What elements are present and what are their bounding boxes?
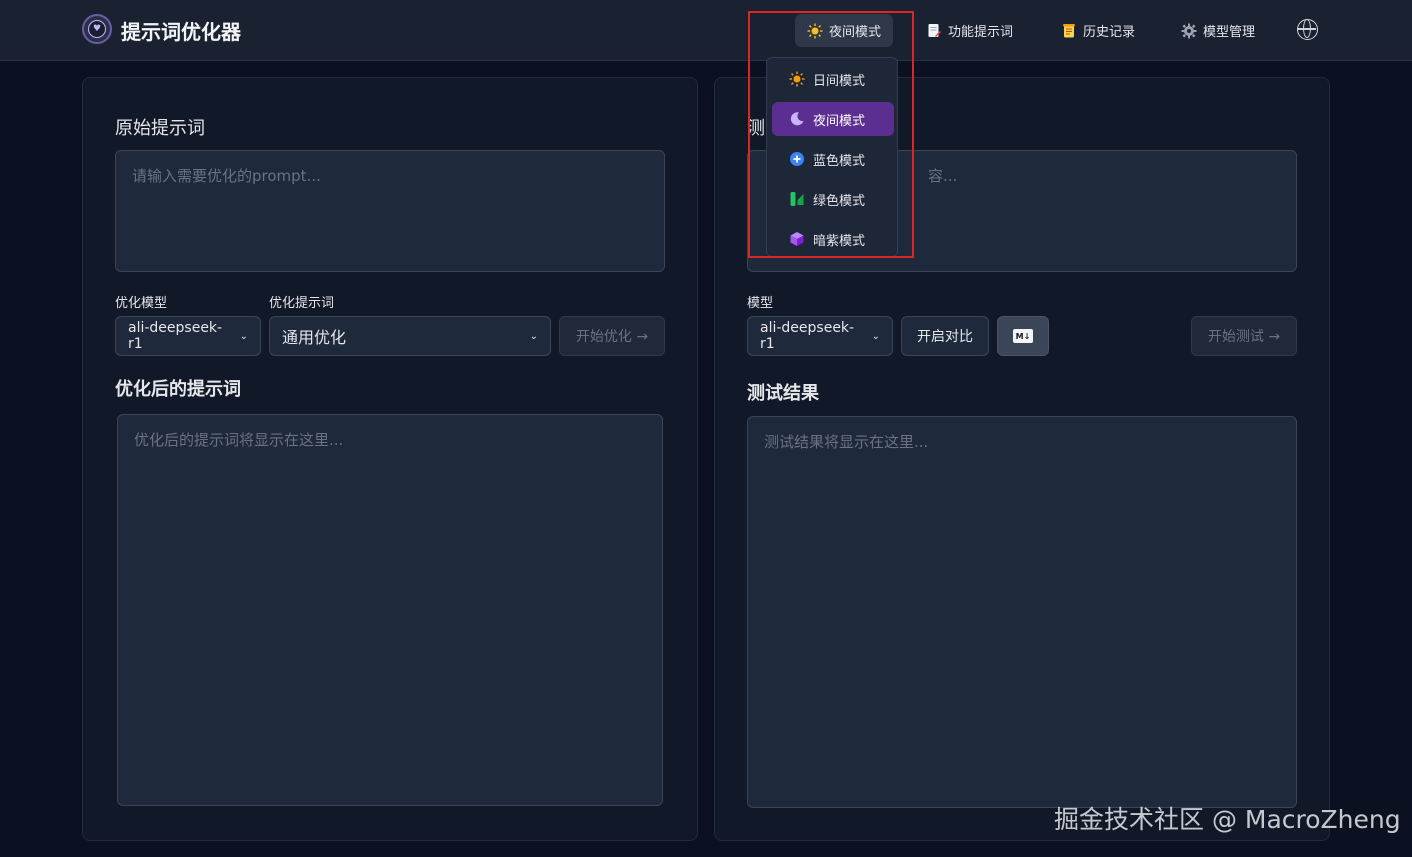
purple-cube-icon [789,231,805,247]
theme-option-label: 夜间模式 [813,113,866,129]
test-content-placeholder: 容... [928,167,958,185]
markdown-toggle-button[interactable]: M↓ [997,316,1049,356]
optimize-prompt-label: 优化提示词 [269,296,335,311]
test-result-output[interactable]: 测试结果将显示在这里... [747,416,1297,808]
blue-circle-plus-icon [789,151,805,167]
test-model-select[interactable]: ali-deepseek-r1 ⌄ [747,316,893,356]
test-content-title: 测 [747,118,765,139]
optimize-prompt-select[interactable]: 通用优化 ⌄ [269,316,551,356]
green-chart-icon [789,191,805,207]
history-label: 历史记录 [1083,25,1136,40]
features-label: 功能提示词 [948,25,1014,40]
optimized-prompt-title: 优化后的提示词 [115,379,241,400]
app-title: 提示词优化器 [121,20,241,44]
theme-option-purple[interactable]: 暗紫模式 [772,222,894,256]
scroll-icon [1061,23,1077,39]
sun-icon [807,23,823,39]
theme-option-day[interactable]: 日间模式 [772,62,894,96]
test-result-title: 测试结果 [747,383,819,404]
models-label: 模型管理 [1203,25,1256,40]
optimize-model-value: ali-deepseek-r1 [128,320,223,352]
theme-option-blue[interactable]: 蓝色模式 [772,142,894,176]
app-header: ♥ 提示词优化器 夜间模式 功能提示词 历史记录 模型管理 [0,0,1412,61]
start-optimize-button[interactable]: 开始优化 → [559,316,665,356]
chevron-down-icon: ⌄ [239,330,248,342]
gear-icon [1181,23,1197,39]
theme-menu: 日间模式 夜间模式 蓝色模式 绿色模式 暗紫模式 [766,57,898,257]
theme-option-label: 日间模式 [813,73,866,89]
history-button[interactable]: 历史记录 [1049,14,1147,47]
watermark: 掘金技术社区 @ MacroZheng [1054,805,1401,834]
sun-icon [789,71,805,87]
heart-shield-icon: ♥ [88,20,106,38]
document-icon [926,23,942,39]
original-prompt-input[interactable]: 请输入需要优化的prompt... [115,150,665,272]
optimized-prompt-output[interactable]: 优化后的提示词将显示在这里... [117,414,663,806]
globe-icon[interactable] [1297,19,1318,40]
compare-toggle-button[interactable]: 开启对比 [901,316,989,356]
left-panel: 原始提示词 请输入需要优化的prompt... 优化模型 优化提示词 ali-d… [82,77,698,841]
original-prompt-title: 原始提示词 [115,118,205,139]
test-model-label: 模型 [747,296,774,311]
optimize-model-select[interactable]: ali-deepseek-r1 ⌄ [115,316,261,356]
models-button[interactable]: 模型管理 [1169,14,1267,47]
chevron-down-icon: ⌄ [529,330,538,342]
markdown-icon: M↓ [1013,329,1033,343]
chevron-down-icon: ⌄ [871,330,880,342]
theme-option-night[interactable]: 夜间模式 [772,102,894,136]
features-button[interactable]: 功能提示词 [914,14,1025,47]
theme-toggle-button[interactable]: 夜间模式 [795,14,894,47]
theme-option-label: 绿色模式 [813,193,866,209]
app-logo: ♥ [82,14,112,44]
theme-option-label: 暗紫模式 [813,233,866,249]
optimize-prompt-value: 通用优化 [282,328,347,347]
theme-toggle-label: 夜间模式 [829,25,882,40]
start-test-button[interactable]: 开始测试 → [1191,316,1297,356]
test-model-value: ali-deepseek-r1 [760,320,855,352]
theme-option-label: 蓝色模式 [813,153,866,169]
theme-option-green[interactable]: 绿色模式 [772,182,894,216]
moon-icon [789,111,805,127]
optimize-model-label: 优化模型 [115,296,168,311]
